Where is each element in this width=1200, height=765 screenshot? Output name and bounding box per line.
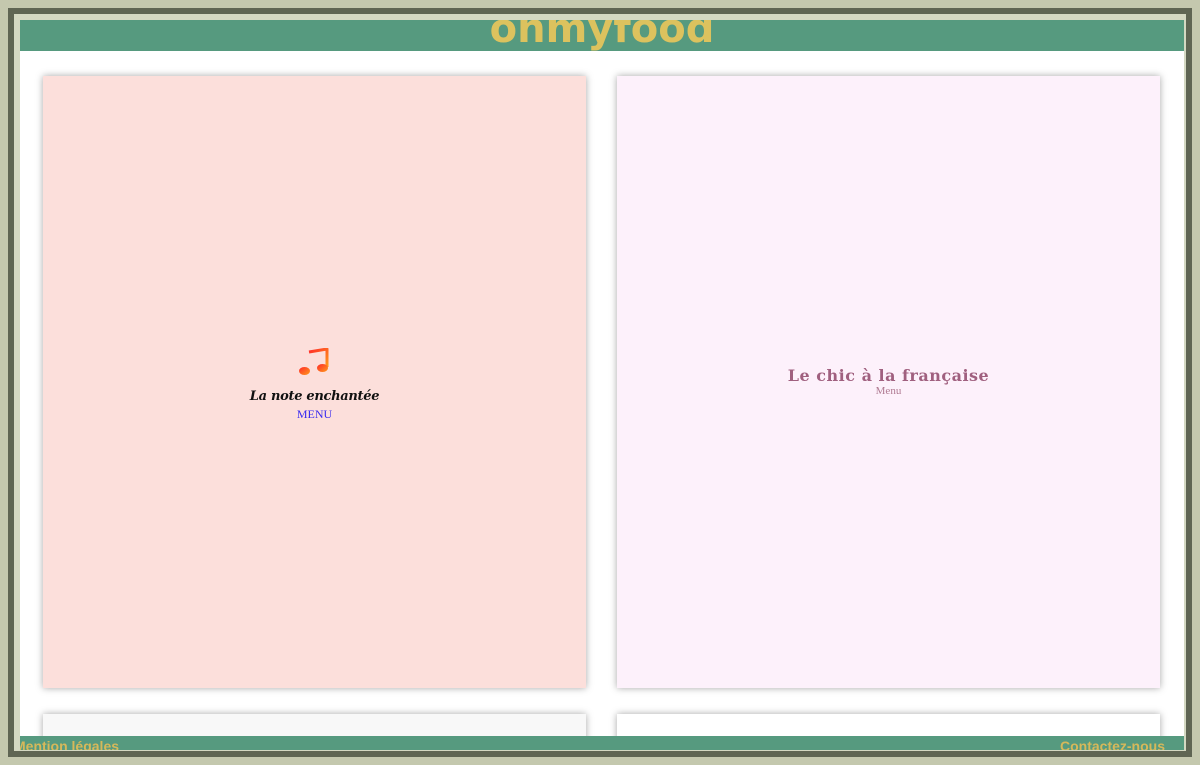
restaurant-card-la-note-enchantee[interactable]: La note enchantée MENU — [43, 76, 586, 688]
restaurant-name: La note enchantée — [249, 389, 380, 404]
restaurant-name: Le chic à la française — [787, 366, 990, 385]
music-note-icon — [298, 348, 328, 375]
menu-link[interactable]: Menu — [617, 385, 1160, 397]
contact-link[interactable]: Contactez-nous — [1060, 738, 1165, 750]
restaurant-card-le-chic-a-la-francaise[interactable]: Le chic à la française Menu — [617, 76, 1160, 688]
menu-link[interactable]: MENU — [43, 407, 586, 422]
site-footer: Mention légales Contactez-nous — [20, 736, 1184, 750]
site-header: ohmyfood — [20, 20, 1184, 51]
legal-mentions-link[interactable]: Mention légales — [20, 738, 119, 750]
outer-frame: ohmyfood La note enchantée MENU Le chic … — [0, 0, 1200, 765]
page-screen: ohmyfood La note enchantée MENU Le chic … — [20, 20, 1184, 750]
brand-logo[interactable]: ohmyfood — [20, 20, 1184, 51]
